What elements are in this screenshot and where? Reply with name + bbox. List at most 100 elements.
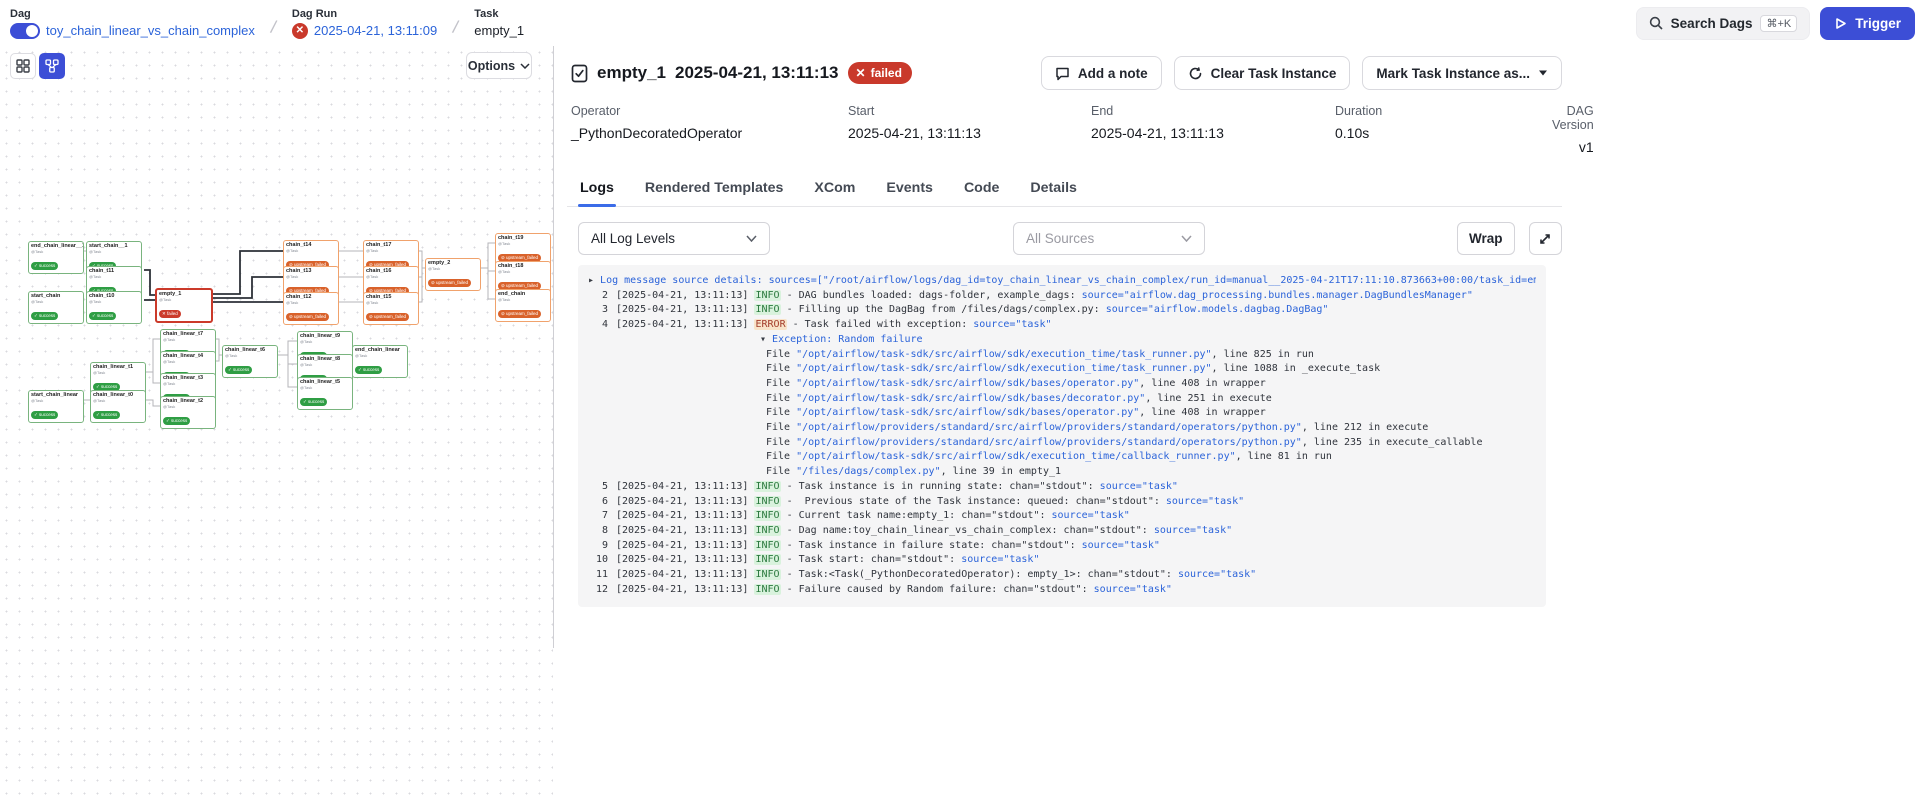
chevron-down-icon [746, 235, 757, 242]
breadcrumb-task: Task empty_1 [474, 8, 524, 38]
log-line-file: File "/opt/airflow/task-sdk/src/airflow/… [588, 450, 1536, 465]
log-line-source[interactable]: ▸ Log message source details: sources=["… [588, 274, 1536, 289]
duration-value: 0.10s [1335, 125, 1552, 141]
add-note-button[interactable]: Add a note [1041, 56, 1162, 90]
start-value: 2025-04-21, 13:11:13 [848, 125, 1091, 141]
log-line: 4[2025-04-21, 13:11:13] ERROR - Task fai… [588, 318, 1536, 333]
duration-label: Duration [1335, 104, 1552, 118]
breadcrumb-separator: / [269, 16, 278, 38]
log-line-file: File "/opt/airflow/task-sdk/src/airflow/… [588, 362, 1536, 377]
tab-details[interactable]: Details [1028, 172, 1079, 206]
graph-node-chain_t12[interactable]: chain_t12@Task⊘ upstream_failed [283, 292, 339, 325]
log-source-select[interactable]: All Sources [1013, 222, 1205, 255]
breadcrumb: Dag toy_chain_linear_vs_chain_complex / … [10, 8, 524, 39]
note-icon [1055, 66, 1070, 81]
log-line-file: File "/opt/airflow/task-sdk/src/airflow/… [588, 348, 1536, 363]
task-metadata: Operator_PythonDecoratedOperator Start20… [567, 104, 1562, 155]
log-line: 8[2025-04-21, 13:11:13] INFO - Dag name:… [588, 524, 1536, 539]
operator-value: _PythonDecoratedOperator [571, 125, 848, 141]
log-line-file: File "/files/dags/complex.py", line 39 i… [588, 465, 1536, 480]
graph-node-end_chain[interactable]: end_chain@Task⊘ upstream_failed [495, 289, 551, 322]
play-icon [1834, 17, 1847, 30]
dag-run-label: Dag Run [292, 8, 437, 20]
dag-version-label: DAG Version [1552, 104, 1594, 132]
app-header: Dag toy_chain_linear_vs_chain_complex / … [0, 0, 1925, 46]
options-label: Options [468, 59, 515, 73]
graph-node-end_chain_linear[interactable]: end_chain_linear@Task✓ success [352, 345, 408, 378]
mark-task-instance-as-button[interactable]: Mark Task Instance as... [1362, 56, 1562, 90]
graph-node-empty_1[interactable]: empty_1@Task✕ failed [155, 288, 213, 323]
panel-resize-divider[interactable] [553, 46, 554, 648]
search-dags-label: Search Dags [1671, 16, 1753, 31]
graph-view-button[interactable] [39, 53, 65, 79]
search-dags-button[interactable]: Search Dags ⌘+K [1636, 7, 1811, 40]
dag-run-link[interactable]: 2025-04-21, 13:11:09 [314, 23, 437, 38]
breadcrumb-dag-run: Dag Run ✕ 2025-04-21, 13:11:09 [292, 8, 437, 39]
log-line: 12[2025-04-21, 13:11:13] INFO - Failure … [588, 583, 1536, 598]
task-instance-panel: empty_1 2025-04-21, 13:11:13 ✕ failed Ad… [567, 46, 1562, 607]
search-shortcut-kbd: ⌘+K [1760, 15, 1797, 32]
log-line-file: File "/opt/airflow/task-sdk/src/airflow/… [588, 377, 1536, 392]
failed-x-icon: ✕ [856, 66, 866, 80]
clear-task-instance-button[interactable]: Clear Task Instance [1174, 56, 1351, 90]
tab-rendered-templates[interactable]: Rendered Templates [643, 172, 786, 206]
log-line: 11[2025-04-21, 13:11:13] INFO - Task:<Ta… [588, 568, 1536, 583]
graph-node-chain_t10[interactable]: chain_t10@Task✓ success [86, 291, 142, 324]
operator-label: Operator [571, 104, 848, 118]
task-doc-icon [571, 64, 588, 83]
dag-name-link[interactable]: toy_chain_linear_vs_chain_complex [46, 23, 255, 38]
log-level-select[interactable]: All Log Levels [578, 222, 770, 255]
breadcrumb-dag: Dag toy_chain_linear_vs_chain_complex [10, 8, 255, 39]
log-line: 6[2025-04-21, 13:11:13] INFO - Previous … [588, 495, 1536, 510]
task-label: Task [474, 8, 524, 20]
tab-xcom[interactable]: XCom [812, 172, 857, 206]
dag-run-failed-icon: ✕ [292, 23, 308, 39]
dag-label: Dag [10, 8, 255, 20]
log-line: 3[2025-04-21, 13:11:13] INFO - Filling u… [588, 303, 1536, 318]
start-label: Start [848, 104, 1091, 118]
log-line-file: File "/opt/airflow/task-sdk/src/airflow/… [588, 406, 1536, 421]
status-badge: ✕ failed [848, 62, 912, 84]
log-line-file: File "/opt/airflow/providers/standard/sr… [588, 421, 1536, 436]
tab-code[interactable]: Code [962, 172, 1001, 206]
fullscreen-icon[interactable] [1529, 222, 1562, 255]
log-line-file: File "/opt/airflow/task-sdk/src/airflow/… [588, 392, 1536, 407]
graph-node-chain_linear_t0[interactable]: chain_linear_t0@Task✓ success [90, 390, 146, 423]
log-line: 2[2025-04-21, 13:11:13] INFO - DAG bundl… [588, 289, 1536, 304]
log-line: 7[2025-04-21, 13:11:13] INFO - Current t… [588, 509, 1536, 524]
graph-node-start_chain[interactable]: start_chain@Task✓ success [28, 291, 84, 324]
tab-logs[interactable]: Logs [578, 172, 616, 206]
graph-node-end_chain_linear__1[interactable]: end_chain_linear__1@Task✓ success [28, 241, 84, 274]
dag-pause-toggle[interactable] [10, 23, 40, 39]
end-label: End [1091, 104, 1335, 118]
trigger-label: Trigger [1855, 16, 1901, 31]
graph-options-button[interactable]: Options [466, 52, 532, 79]
task-instance-run-time: 2025-04-21, 13:11:13 [675, 63, 839, 83]
grid-view-button[interactable] [10, 53, 36, 79]
end-value: 2025-04-21, 13:11:13 [1091, 125, 1335, 141]
log-line-file: File "/opt/airflow/providers/standard/sr… [588, 436, 1536, 451]
breadcrumb-separator: / [451, 16, 460, 38]
graph-node-chain_linear_t5[interactable]: chain_linear_t5@Task✓ success [297, 377, 353, 410]
graph-node-chain_t15[interactable]: chain_t15@Task⊘ upstream_failed [363, 292, 419, 325]
chevron-down-icon [520, 63, 530, 69]
task-name: empty_1 [474, 23, 524, 38]
graph-node-start_chain_linear[interactable]: start_chain_linear@Task✓ success [28, 390, 84, 423]
tab-events[interactable]: Events [884, 172, 935, 206]
log-output: ▸ Log message source details: sources=["… [578, 265, 1546, 607]
graph-node-chain_linear_t2[interactable]: chain_linear_t2@Task✓ success [160, 396, 216, 429]
chevron-down-icon [1538, 70, 1548, 76]
graph-node-empty_2[interactable]: empty_2@Task⊘ upstream_failed [425, 258, 481, 291]
chevron-down-icon [1181, 235, 1192, 242]
wrap-button[interactable]: Wrap [1457, 222, 1515, 255]
log-line: 9[2025-04-21, 13:11:13] INFO - Task inst… [588, 539, 1536, 554]
dag-graph-panel: end_chain_linear__1@Task✓ success start_c… [0, 46, 553, 796]
search-icon [1649, 16, 1663, 30]
dag-version-value: v1 [1552, 139, 1594, 155]
log-line-exception[interactable]: ▾ Exception: Random failure [588, 333, 1536, 348]
trigger-button[interactable]: Trigger [1820, 7, 1915, 40]
task-instance-title: empty_1 [597, 63, 666, 83]
graph-node-chain_linear_t6[interactable]: chain_linear_t6@Task✓ success [222, 345, 278, 378]
log-line: 5[2025-04-21, 13:11:13] INFO - Task inst… [588, 480, 1536, 495]
refresh-icon [1188, 66, 1203, 81]
